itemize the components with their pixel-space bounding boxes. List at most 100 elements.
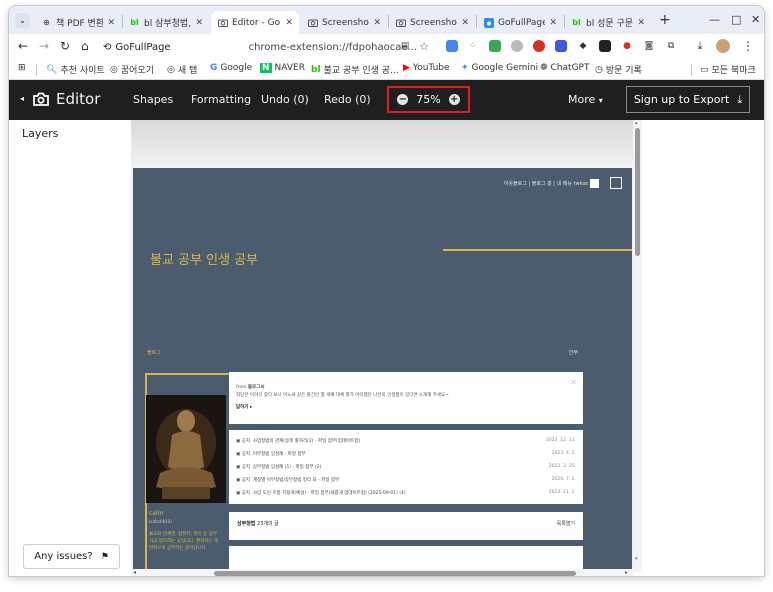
blog-icon: bl [572, 18, 581, 27]
undo-button[interactable]: Undo (0) [261, 93, 309, 106]
close-window-button[interactable]: ✕ [751, 13, 760, 26]
profile-avatar[interactable] [716, 39, 730, 53]
home-icon[interactable]: ⌂ [81, 39, 89, 53]
close-icon[interactable]: ✕ [373, 18, 381, 28]
google-icon: G [210, 63, 218, 73]
chatgpt-icon: ❁ [540, 63, 548, 73]
blog-icon: bl [311, 64, 321, 75]
tab-screenshot-1[interactable]: Screenshot ✕ [301, 11, 387, 34]
category-count: 삼부청법 23개의 글 [237, 521, 279, 527]
forward-icon[interactable]: → [39, 39, 49, 53]
bookmark-star-icon[interactable]: ☆ [418, 40, 430, 53]
bookmark-item[interactable]: ▶ YouTube [403, 63, 450, 73]
minimize-button[interactable]: — [709, 13, 720, 26]
editor-title: Editor [56, 90, 101, 108]
download-icon[interactable]: ⤓ [694, 39, 706, 52]
blog-menu: 안부 [568, 350, 578, 356]
tab-editor[interactable]: Editor - GoFullPage ✕ [211, 11, 299, 34]
scrollbar-thumb[interactable] [635, 128, 640, 256]
menu-kebab-icon[interactable]: ⋮ [742, 39, 754, 53]
editor-toolbar: ◂ Editor Shapes Formatting Undo (0) Redo… [9, 80, 764, 120]
download-icon: ⤓ [737, 92, 743, 106]
shapes-button[interactable]: Shapes [133, 93, 173, 106]
scroll-left-icon[interactable]: ◂ [133, 569, 136, 576]
profile-name: calm [149, 510, 164, 517]
scroll-down-icon[interactable]: ▾ [635, 556, 638, 562]
tab-title: Screenshot [410, 17, 458, 28]
zoom-level: 75% [416, 93, 441, 106]
tab-blog-2[interactable]: bl bl 성문 구문, 불교 ✕ [565, 11, 651, 34]
camera-icon [307, 17, 318, 28]
tab-screenshot-2[interactable]: Screenshot ✕ [389, 11, 475, 34]
reload-icon[interactable]: ↻ [60, 39, 70, 53]
extension-1-icon[interactable] [446, 40, 458, 52]
youtube-icon: ▶ [403, 63, 410, 73]
zoom-out-button[interactable]: − [397, 94, 409, 105]
bookmark-item[interactable]: G Google [210, 63, 252, 73]
url-text: chrome-extension://fdpohaocae... [248, 41, 418, 53]
bookmark-item[interactable]: ◎ 새 탭 [167, 63, 197, 77]
extension-9-icon[interactable]: ● [621, 40, 633, 52]
vertical-scrollbar[interactable]: ▴ ▾ [633, 120, 642, 572]
screenshot-canvas[interactable]: 이웃블로그 | 블로그 홈 | 내 메뉴 twkos 불교 공부 인생 공부 블… [131, 120, 634, 572]
new-tab-button[interactable]: + [659, 12, 671, 28]
export-button[interactable]: Sign up to Export ⤓ [626, 86, 750, 113]
card-answer-link: 답하기 ▸ [236, 405, 253, 410]
newtab-icon: ◎ [167, 64, 175, 75]
bookmark-item[interactable]: ✦ Google Gemini [461, 63, 538, 73]
camera-icon [33, 92, 49, 109]
translate-icon[interactable]: ▤ [399, 40, 411, 52]
close-icon[interactable]: ✕ [107, 18, 115, 28]
extension-7-icon[interactable]: ◆ [577, 40, 589, 52]
close-icon[interactable]: ✕ [195, 18, 203, 28]
scrollbar-thumb[interactable] [214, 571, 576, 576]
extensions-puzzle-icon[interactable]: ⧉ [665, 40, 677, 52]
extension-5-icon[interactable] [533, 40, 545, 52]
bookmark-item[interactable]: 🔍︎ 추천 사이트 [46, 63, 105, 77]
globe-icon: ⊕ [43, 18, 50, 27]
redo-button[interactable]: Redo (0) [324, 93, 371, 106]
profile-description: 불교와 관세연, 컴퓨터, 영어 등 공부하고 정리하는 곳입니다. 편의하는 … [149, 532, 219, 551]
bookmark-item[interactable]: ❁ ChatGPT [540, 63, 589, 73]
collapse-arrow-icon[interactable]: ◂ [20, 94, 24, 103]
profile-image [146, 395, 226, 503]
more-menu-button[interactable]: More ▾ [568, 93, 603, 106]
bookmark-item[interactable]: ◎ 꿈어오기 [110, 63, 154, 77]
tab-gofullpage[interactable]: GoFullPage ✕ [477, 11, 563, 34]
site-chip[interactable]: ⟲ GoFullPage [97, 42, 177, 53]
close-icon[interactable]: ✕ [461, 18, 469, 28]
close-icon[interactable]: ✕ [285, 18, 293, 28]
any-issues-button[interactable]: Any issues? ⚑ [23, 544, 120, 569]
bookmark-item[interactable]: bl 불교 공부 인생 공... [311, 63, 399, 77]
formatting-button[interactable]: Formatting [191, 93, 251, 106]
horizontal-scrollbar[interactable]: ◂ ▸ [131, 569, 634, 576]
tab-search-button[interactable]: ⌄ [15, 13, 30, 28]
scroll-up-icon[interactable]: ▴ [635, 120, 638, 126]
address-bar[interactable]: ⟲ GoFullPage chrome-extension://fdpohaoc… [97, 37, 492, 57]
bookmark-item[interactable]: ◷ 방문 기록 [595, 63, 642, 77]
apps-grid-icon[interactable]: ⊞ [18, 63, 26, 73]
scroll-right-icon[interactable]: ▸ [625, 569, 628, 576]
extension-3-icon[interactable] [489, 40, 501, 52]
post-row: ▣ 공지 삼부청법 임성례 (1) - 파일 첨부 (2) 2023. 2. 25… [236, 464, 576, 470]
close-icon[interactable]: ✕ [637, 18, 645, 28]
post-row: ▣ 공지 사염청법의 관계(승객 활자리(2) - 파일 첨부(업데이트함) 20… [236, 438, 576, 444]
extension-6-icon[interactable] [555, 40, 567, 52]
tab-blog-1[interactable]: bl bl 삼부청법, 불교 ✕ [123, 11, 209, 34]
bookmark-item[interactable]: N NAVER [260, 63, 305, 73]
tab-pdf[interactable]: ⊕ 책 PDF 변환 ✕ [35, 11, 121, 34]
post-row: ▣ 공지 이부청법 임성례 - 파일 첨부 2023. 4. 2. [236, 451, 576, 457]
maximize-button[interactable]: □ [731, 13, 741, 26]
camera-icon[interactable]: ◙ [643, 40, 655, 52]
all-bookmarks[interactable]: ▭ 모든 북마크 [700, 63, 756, 77]
extension-2-icon[interactable]: ⁘ [467, 40, 479, 52]
back-icon[interactable]: ← [18, 39, 28, 53]
blog-grid-icon [610, 177, 622, 189]
tab-title: Editor - GoFullPage [232, 17, 281, 28]
tab-title: GoFullPage [498, 17, 546, 28]
zoom-in-button[interactable]: + [448, 94, 460, 105]
extension-8-icon[interactable] [599, 40, 611, 52]
extension-4-icon[interactable] [511, 40, 523, 52]
history-icon: ◷ [595, 64, 603, 75]
close-icon[interactable]: ✕ [549, 18, 557, 28]
